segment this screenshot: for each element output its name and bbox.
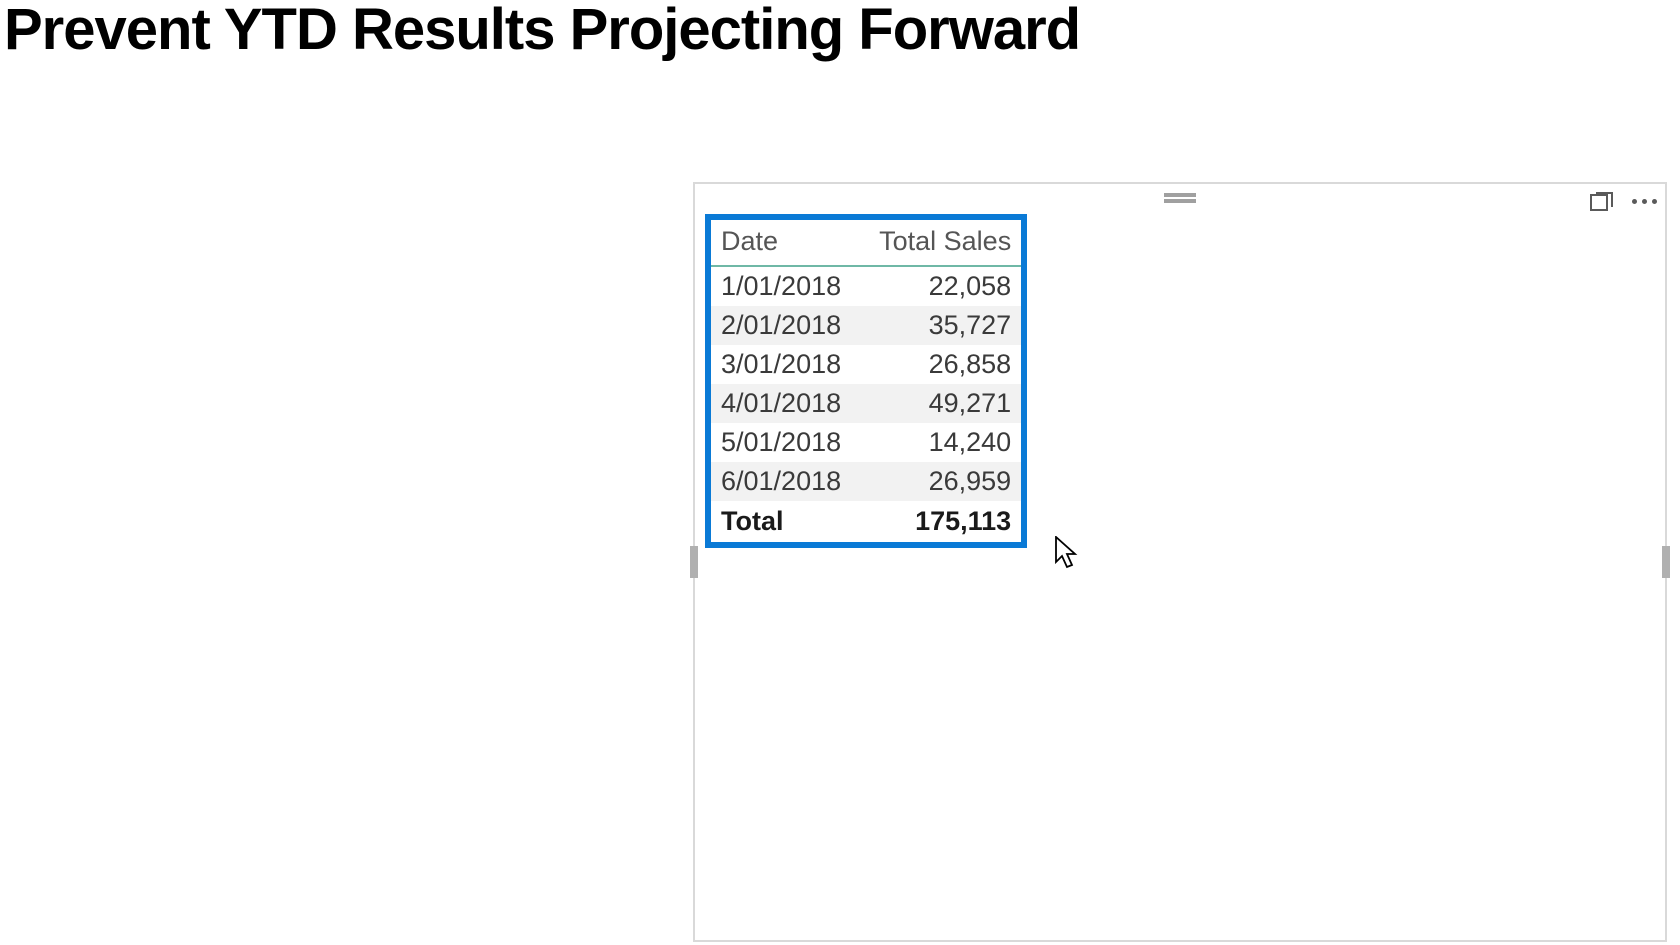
cell-sales: 26,959 bbox=[869, 462, 1021, 501]
cell-date: 6/01/2018 bbox=[711, 462, 869, 501]
column-header-date[interactable]: Date bbox=[711, 220, 869, 266]
cell-sales: 14,240 bbox=[869, 423, 1021, 462]
cell-date: 3/01/2018 bbox=[711, 345, 869, 384]
table-visual[interactable]: Date Total Sales 1/01/2018 22,058 2/01/2… bbox=[705, 214, 1027, 548]
cell-sales: 22,058 bbox=[869, 266, 1021, 306]
table-row[interactable]: 5/01/2018 14,240 bbox=[711, 423, 1021, 462]
cell-sales: 35,727 bbox=[869, 306, 1021, 345]
cell-date: 2/01/2018 bbox=[711, 306, 869, 345]
resize-handle-left[interactable] bbox=[690, 546, 698, 578]
cell-date: 4/01/2018 bbox=[711, 384, 869, 423]
cell-sales: 49,271 bbox=[869, 384, 1021, 423]
focus-mode-icon[interactable] bbox=[1590, 190, 1614, 212]
table-row[interactable]: 2/01/2018 35,727 bbox=[711, 306, 1021, 345]
table-row[interactable]: 4/01/2018 49,271 bbox=[711, 384, 1021, 423]
table-header-row: Date Total Sales bbox=[711, 220, 1021, 266]
table-row[interactable]: 3/01/2018 26,858 bbox=[711, 345, 1021, 384]
cell-sales: 26,858 bbox=[869, 345, 1021, 384]
cell-date: 5/01/2018 bbox=[711, 423, 869, 462]
column-header-sales[interactable]: Total Sales bbox=[869, 220, 1021, 266]
total-label: Total bbox=[711, 501, 869, 542]
resize-handle-right[interactable] bbox=[1662, 546, 1670, 578]
more-options-icon[interactable] bbox=[1630, 195, 1659, 208]
page-title: Prevent YTD Results Projecting Forward bbox=[0, 0, 1680, 61]
drag-handle-icon[interactable] bbox=[1164, 193, 1196, 203]
visual-header-actions bbox=[1590, 190, 1659, 212]
table-total-row: Total 175,113 bbox=[711, 501, 1021, 542]
visual-header bbox=[695, 184, 1665, 206]
table-row[interactable]: 6/01/2018 26,959 bbox=[711, 462, 1021, 501]
table-visual-container[interactable]: Date Total Sales 1/01/2018 22,058 2/01/2… bbox=[693, 182, 1667, 942]
table-row[interactable]: 1/01/2018 22,058 bbox=[711, 266, 1021, 306]
data-table: Date Total Sales 1/01/2018 22,058 2/01/2… bbox=[711, 220, 1021, 542]
cell-date: 1/01/2018 bbox=[711, 266, 869, 306]
total-value: 175,113 bbox=[869, 501, 1021, 542]
